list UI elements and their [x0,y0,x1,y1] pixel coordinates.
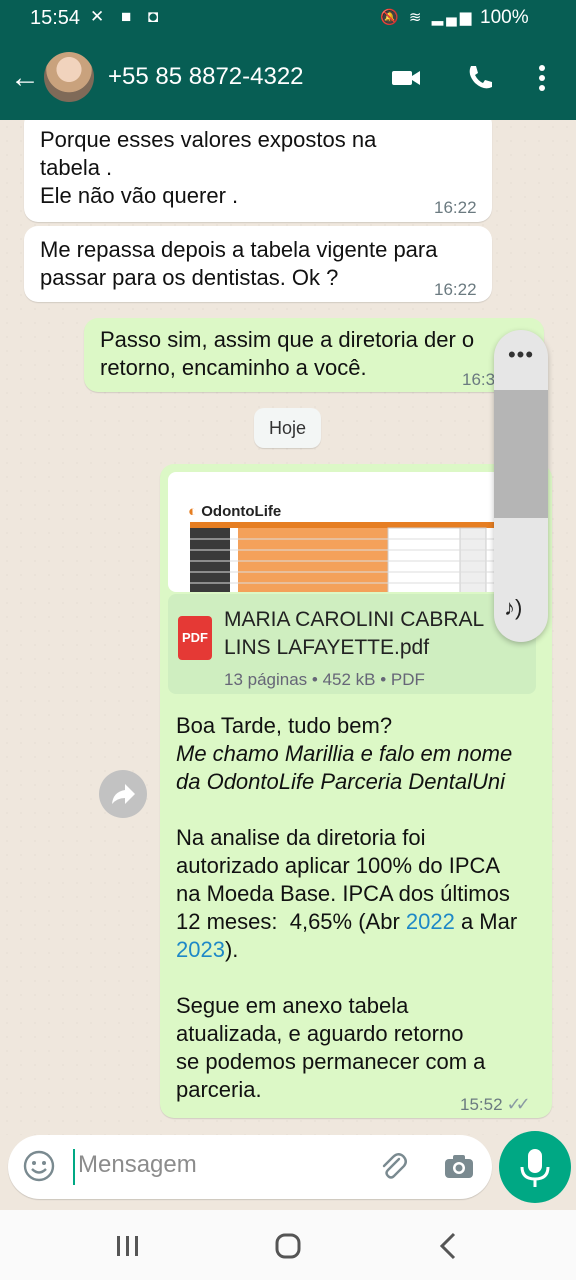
double-check-icon: ✓✓ [506,1094,531,1114]
message-text: Me repassa depois a tabela vigente para [40,237,438,262]
message-text: Boa Tarde, tudo bem? Me chamo Marillia e… [176,712,544,1104]
text-line: 2023). [176,937,239,962]
signal-icons: 🔕 ≋ ▂▄▆ [380,9,475,26]
battery-level: 100% [480,7,529,28]
more-options-icon[interactable] [526,62,558,94]
year-link[interactable]: 2023 [176,937,225,962]
message-text: passar para os dentistas. Ok ? [40,265,339,290]
document-info[interactable]: PDF MARIA CAROLINI CABRAL LINS LAFAYETTE… [168,594,536,694]
year-link[interactable]: 2022 [406,909,455,934]
text-cursor [73,1149,75,1185]
message-text: Passo sim, assim que a diretoria der o [100,327,475,352]
text-line: autorizado aplicar 100% do IPCA [176,853,501,878]
more-dots-icon[interactable]: ••• [494,342,548,368]
incoming-message[interactable]: Sim , Porque esses valores expostos na t… [24,120,492,222]
italic-line: da OdontoLife Parceria DentalUni [176,769,505,794]
document-file-name: MARIA CAROLINI CABRAL LINS LAFAYETTE.pdf [224,608,484,659]
outgoing-message[interactable]: Passo sim, assim que a diretoria der o r… [84,318,544,392]
text-line: 12 meses: 4,65% (Abr 2022 a Mar [176,909,518,934]
message-text: Ele não vão querer . [40,183,239,208]
contact-name[interactable]: +55 85 8872-4322 [108,60,304,94]
android-nav-bar [0,1210,576,1280]
attach-icon[interactable] [376,1149,410,1183]
forward-icon [112,784,135,804]
mic-button[interactable] [499,1131,571,1203]
text-line: na Moeda Base. IPCA dos últimos [176,881,510,906]
floating-media-panel[interactable]: ••• ♪) [494,330,548,642]
status-time: 15:54 [30,7,81,29]
date-chip: Hoje [254,408,321,448]
text-line: atualizada, e aguardo retorno [176,1021,464,1046]
text-line: Segue em anexo tabela [176,993,409,1018]
mic-icon [520,1149,550,1187]
chat-area[interactable]: Sim , Porque esses valores expostos na t… [0,120,576,1135]
input-placeholder: Mensagem [78,1151,197,1178]
text-line: se podemos permanecer com a [176,1049,486,1074]
avatar[interactable] [44,52,94,102]
message-time: 16:3 [462,370,496,389]
pdf-file-icon: PDF [178,616,212,660]
status-bar: 15:54 ✕ ■ ◘ 🔕 ≋ ▂▄▆ 100% [0,0,576,36]
home-icon[interactable] [270,1228,306,1264]
greeting-line: Boa Tarde, tudo bem? [176,713,393,738]
message-text: Porque esses valores expostos na [40,127,377,152]
notification-icons: ✕ ■ ◘ [90,7,165,26]
forward-button[interactable] [99,770,147,818]
back-nav-icon[interactable] [432,1228,468,1264]
italic-line: Me chamo Marillia e falo em nome [176,741,513,766]
top-bar: 15:54 ✕ ■ ◘ 🔕 ≋ ▂▄▆ 100% ← +55 85 8872-4… [0,0,576,120]
document-meta: 13 páginas • 452 kB • PDF [224,670,425,689]
document-preview[interactable]: ◐ OdontoLife [168,472,536,592]
video-call-icon[interactable] [390,62,422,94]
message-text: retorno, encaminho a você. [100,355,367,380]
document-table-preview [190,522,520,592]
panel-slider[interactable] [494,390,548,518]
back-arrow-icon[interactable]: ← [10,60,40,96]
voice-call-icon[interactable] [464,62,496,94]
text-line: Na analise da diretoria foi [176,825,426,850]
emoji-icon[interactable] [22,1149,56,1183]
message-input[interactable]: Mensagem [8,1135,492,1199]
message-time: 16:22 [434,198,477,217]
camera-icon[interactable] [442,1149,476,1183]
message-input-area: Mensagem [0,1131,576,1210]
recent-apps-icon[interactable] [110,1228,146,1264]
incoming-message[interactable]: Me repassa depois a tabela vigente para … [24,226,492,302]
message-text: tabela . [40,155,113,180]
message-time: 16:22 [434,280,477,299]
message-time: 15:52 ✓✓ [460,1094,531,1114]
music-note-icon[interactable]: ♪) [504,595,522,621]
